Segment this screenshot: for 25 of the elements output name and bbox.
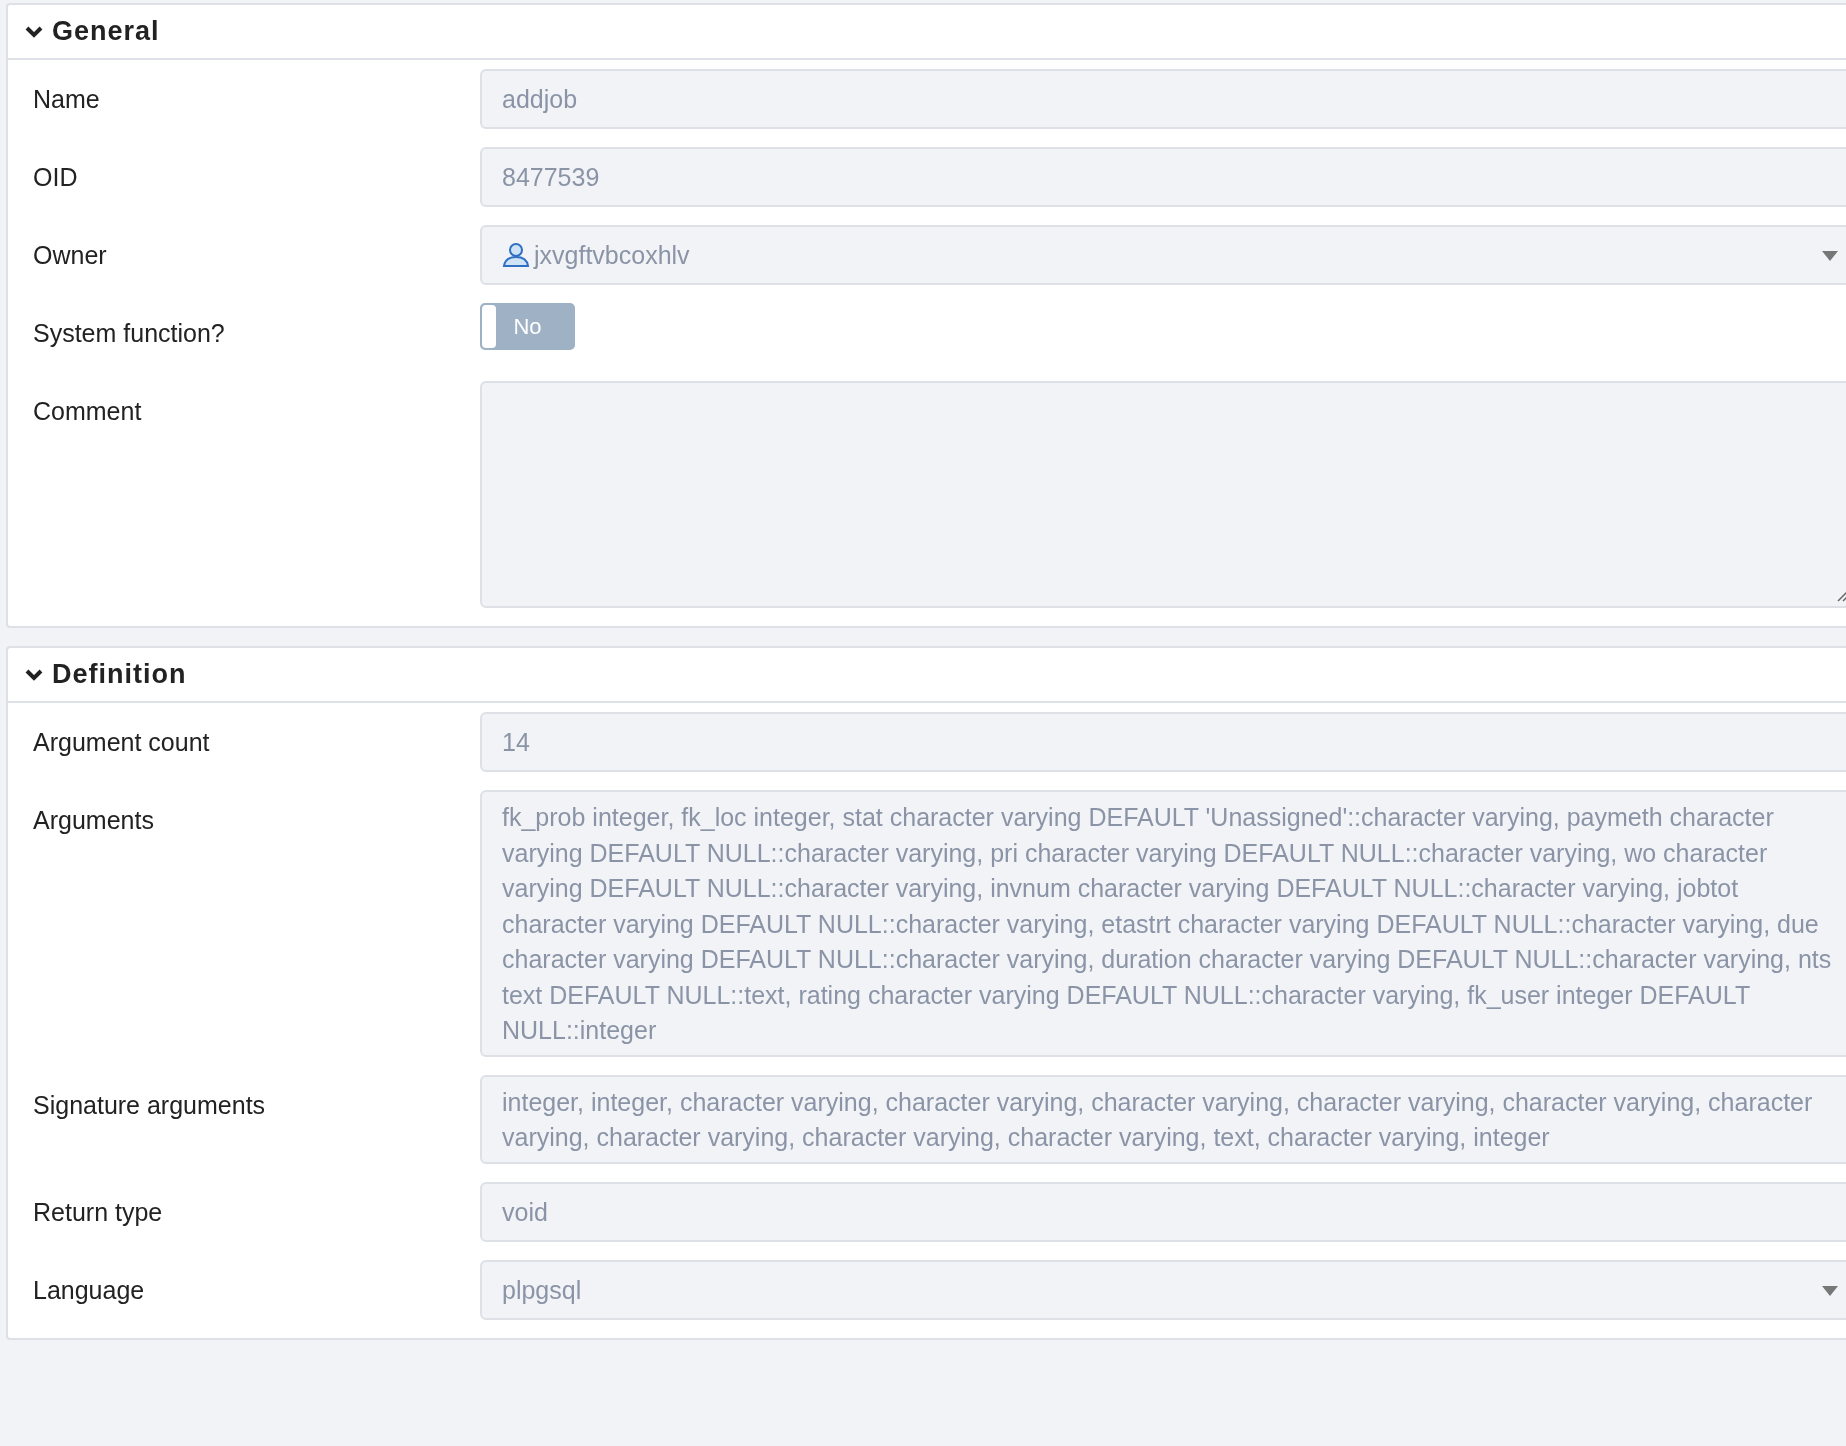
section-header[interactable]: Definition: [8, 648, 1846, 703]
dropdown-caret-icon[interactable]: [1822, 251, 1838, 261]
resize-grip-icon[interactable]: [1836, 590, 1846, 602]
field-label: OID: [32, 162, 79, 193]
field-label: Owner: [32, 240, 108, 271]
dropdown-field[interactable]: jxvgftvbcoxhlv: [480, 225, 1846, 285]
text-field[interactable]: integer, integer, character varying, character varying, character varying, character varying, character varying, character varying, character varying, character varying, character varying, text, character varying, integer: [480, 1074, 1846, 1164]
field-label: Comment: [32, 396, 143, 427]
toggle-switch[interactable]: No: [480, 303, 575, 350]
text-field[interactable]: fk_prob integer, fk_loc integer, stat character varying DEFAULT 'Unassigned'::character varying, paymeth character varying DEFAULT NULL::character varying, pri character varying DEFAULT NULL::character varying, wo character varying DEFAULT NULL::character varying, invnum character varying DEFAULT NULL::character varying, jobtot character varying DEFAULT NULL::character varying, etastrt character varying DEFAULT NULL::character varying, due character varying DEFAULT NULL::character varying, duration character varying DEFAULT NULL::character varying, nts text DEFAULT NULL::text, rating character varying DEFAULT NULL::character varying, fk_user integer DEFAULT NULL::integer: [480, 790, 1846, 1057]
field-label: Return type: [32, 1196, 164, 1228]
section-header[interactable]: General: [8, 5, 1846, 60]
text-field[interactable]: void: [480, 1181, 1846, 1242]
field-label: Name: [32, 84, 101, 115]
field-label: System function?: [32, 318, 226, 349]
text-field[interactable]: addjob: [480, 69, 1846, 129]
user-icon: [502, 242, 530, 268]
text-field[interactable]: 14: [480, 712, 1846, 772]
dropdown-caret-icon[interactable]: [1822, 1285, 1838, 1296]
field-label: Argument count: [32, 727, 211, 758]
dropdown-field[interactable]: plpgsql: [480, 1259, 1846, 1320]
field-label: Language: [32, 1274, 146, 1306]
field-label: Arguments: [32, 805, 155, 836]
text-field[interactable]: 8477539: [480, 147, 1846, 207]
field-label: Signature arguments: [32, 1089, 267, 1121]
